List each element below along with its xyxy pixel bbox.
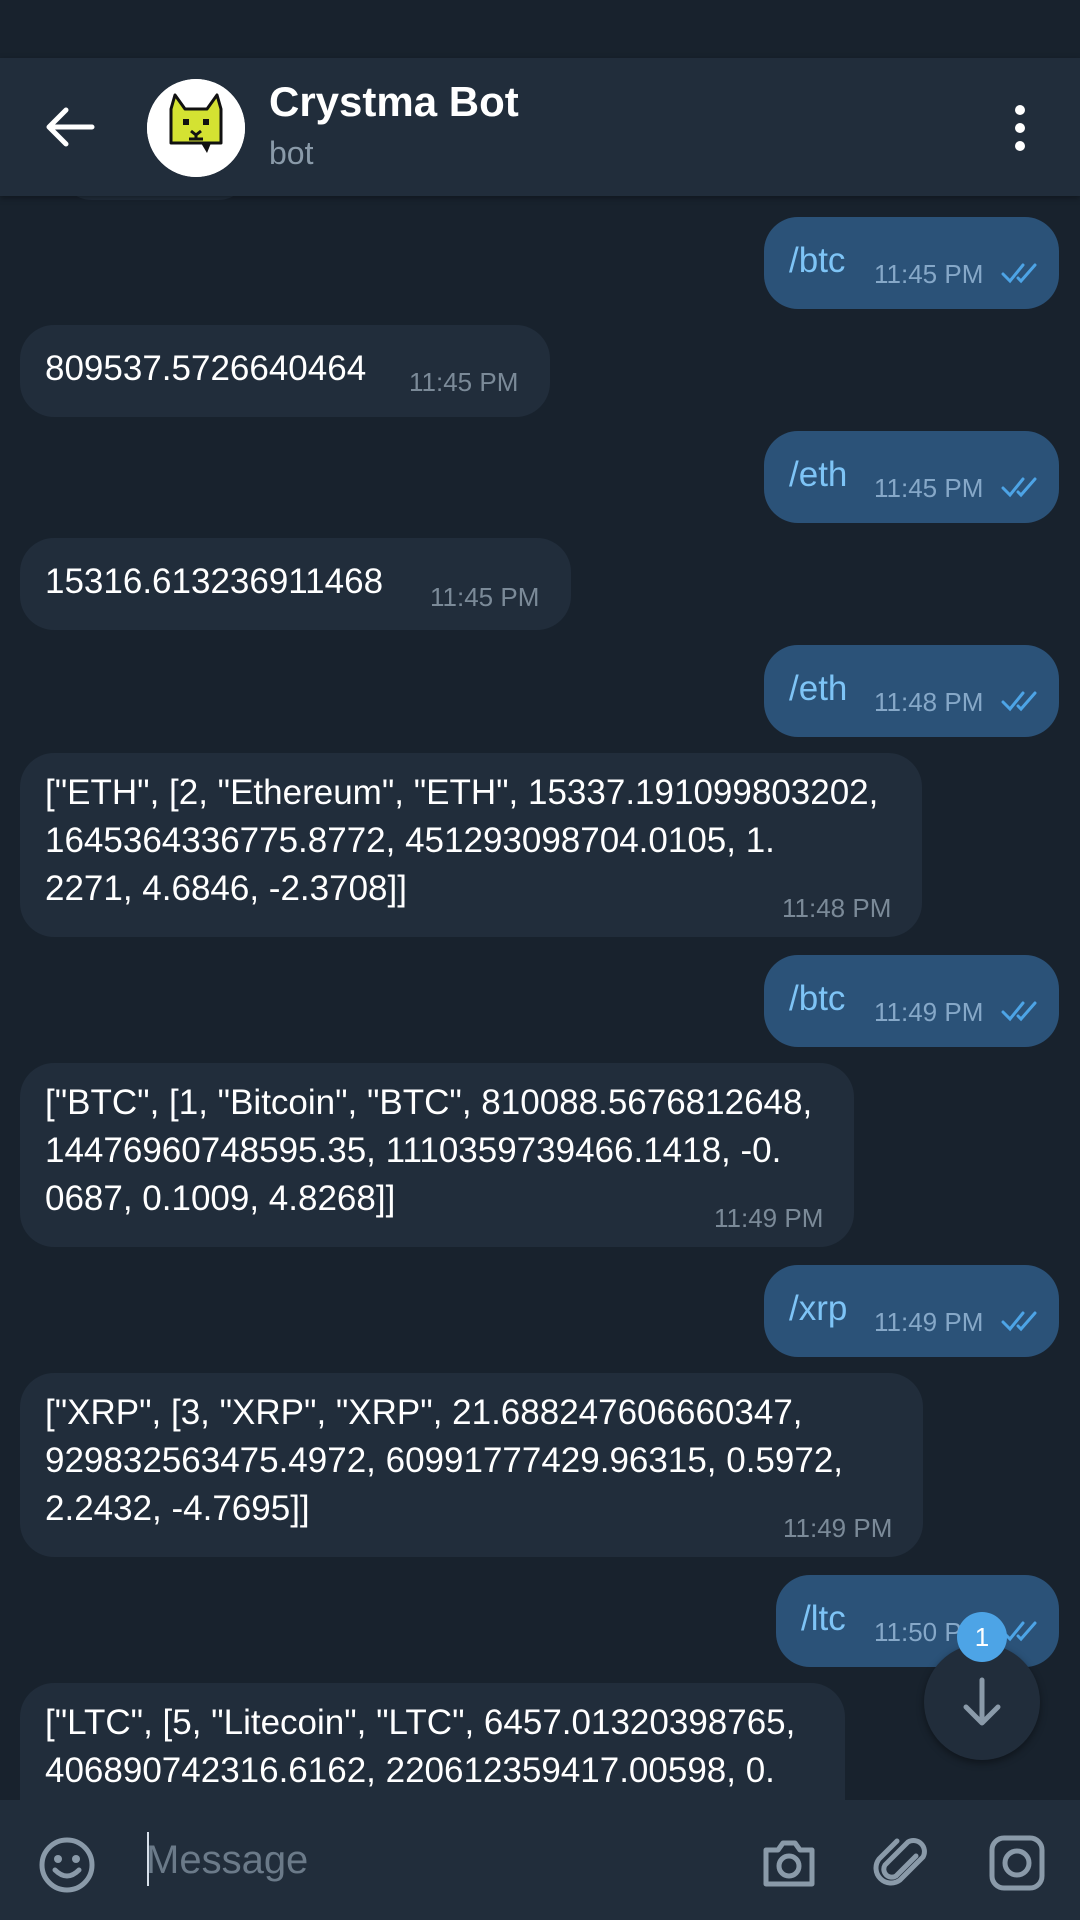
- message-list[interactable]: /btc 11:45 PM 809537.5726640464 11:45 PM…: [0, 196, 1080, 1800]
- message-time: 11:45 PM: [430, 582, 540, 612]
- bot-avatar[interactable]: [147, 79, 245, 177]
- outgoing-message[interactable]: /eth 11:48 PM: [764, 645, 1059, 737]
- message-line: 406890742316.6162, 220612359417.00598, 0…: [45, 1751, 775, 1790]
- unread-badge: 1: [957, 1612, 1007, 1662]
- more-vert-icon: [1015, 105, 1025, 151]
- outgoing-message[interactable]: /btc 11:49 PM: [764, 955, 1059, 1047]
- message-line: 929832563475.4972, 60991777429.96315, 0.…: [45, 1441, 844, 1480]
- message-time: 11:45 PM: [874, 473, 984, 503]
- message-time: 11:49 PM: [874, 997, 984, 1027]
- incoming-message[interactable]: ["ETH", [2, "Ethereum", "ETH", 15337.191…: [20, 753, 922, 937]
- menu-button[interactable]: [1000, 98, 1040, 158]
- message-time: 11:48 PM: [782, 893, 892, 923]
- message-time: 11:48 PM: [874, 687, 984, 717]
- message-time: 11:45 PM: [409, 367, 519, 397]
- message-line: ["ETH", [2, "Ethereum", "ETH", 15337.191…: [45, 773, 879, 812]
- attach-button[interactable]: [872, 1832, 934, 1894]
- message-text: /ltc: [801, 1599, 846, 1638]
- message-time: 11:49 PM: [783, 1513, 893, 1543]
- message-line: 2271, 4.6846, -2.3708]]: [45, 869, 407, 908]
- message-time: 11:45 PM: [874, 259, 984, 289]
- incoming-message[interactable]: ["BTC", [1, "Bitcoin", "BTC", 810088.567…: [20, 1063, 854, 1247]
- arrow-left-icon: [46, 107, 95, 147]
- chat-title[interactable]: Crystma Bot: [269, 78, 519, 126]
- chat-subtitle: bot: [269, 135, 314, 171]
- message-line: ["BTC", [1, "Bitcoin", "BTC", 810088.567…: [45, 1083, 813, 1122]
- cat-bot-icon: [147, 79, 245, 177]
- outgoing-message[interactable]: /xrp 11:49 PM: [764, 1265, 1059, 1357]
- message-text: /xrp: [789, 1289, 848, 1328]
- double-check-icon: [1001, 1621, 1037, 1642]
- instagram-icon: [989, 1835, 1045, 1891]
- status-bar: [0, 0, 1080, 58]
- message-text: /btc: [789, 241, 846, 280]
- incoming-message[interactable]: 15316.613236911468 11:45 PM: [20, 538, 571, 630]
- message-text: /eth: [789, 669, 848, 708]
- double-check-icon: [1001, 691, 1037, 712]
- message-line: 0687, 0.1009, 4.8268]]: [45, 1179, 396, 1218]
- double-check-icon: [1001, 477, 1037, 498]
- incoming-message[interactable]: 809537.5726640464 11:45 PM: [20, 325, 550, 417]
- message-line: 2.2432, -4.7695]]: [45, 1489, 310, 1528]
- message-line: ["LTC", [5, "Litecoin", "LTC", 6457.0132…: [45, 1703, 796, 1742]
- message-line: 14476960748595.35, 1110359739466.1418, -…: [45, 1131, 782, 1170]
- incoming-message[interactable]: ["XRP", [3, "XRP", "XRP", 21.68824760666…: [20, 1373, 923, 1557]
- message-text: /btc: [789, 979, 846, 1018]
- double-check-icon: [1001, 1001, 1037, 1022]
- back-button[interactable]: [34, 92, 104, 162]
- outgoing-message[interactable]: /btc 11:45 PM: [764, 217, 1059, 309]
- camera-icon: [763, 1840, 815, 1887]
- instagram-button[interactable]: [986, 1832, 1048, 1894]
- double-check-icon: [1001, 263, 1037, 284]
- camera-button[interactable]: [758, 1832, 820, 1894]
- message-time: 11:49 PM: [714, 1203, 824, 1233]
- message-text: /eth: [789, 455, 848, 494]
- message-bubble-partial: [60, 196, 250, 200]
- message-text: 15316.613236911468: [45, 562, 384, 601]
- message-input[interactable]: [146, 1830, 706, 1890]
- text-cursor: [147, 1832, 149, 1886]
- message-composer: [0, 1800, 1080, 1920]
- double-check-icon: [1001, 1311, 1037, 1332]
- outgoing-message[interactable]: /eth 11:45 PM: [764, 431, 1059, 523]
- message-text: 809537.5726640464: [45, 349, 367, 388]
- message-time: 11:49 PM: [874, 1307, 984, 1337]
- message-line: 1645364336775.8772, 451293098704.0105, 1…: [45, 821, 775, 860]
- incoming-message[interactable]: ["LTC", [5, "Litecoin", "LTC", 6457.0132…: [20, 1683, 845, 1800]
- message-line: ["XRP", [3, "XRP", "XRP", 21.68824760666…: [45, 1393, 803, 1432]
- emoji-icon: [39, 1837, 95, 1893]
- paperclip-icon: [873, 1838, 927, 1886]
- chat-header: Crystma Bot bot: [0, 58, 1080, 196]
- emoji-button[interactable]: [36, 1834, 98, 1896]
